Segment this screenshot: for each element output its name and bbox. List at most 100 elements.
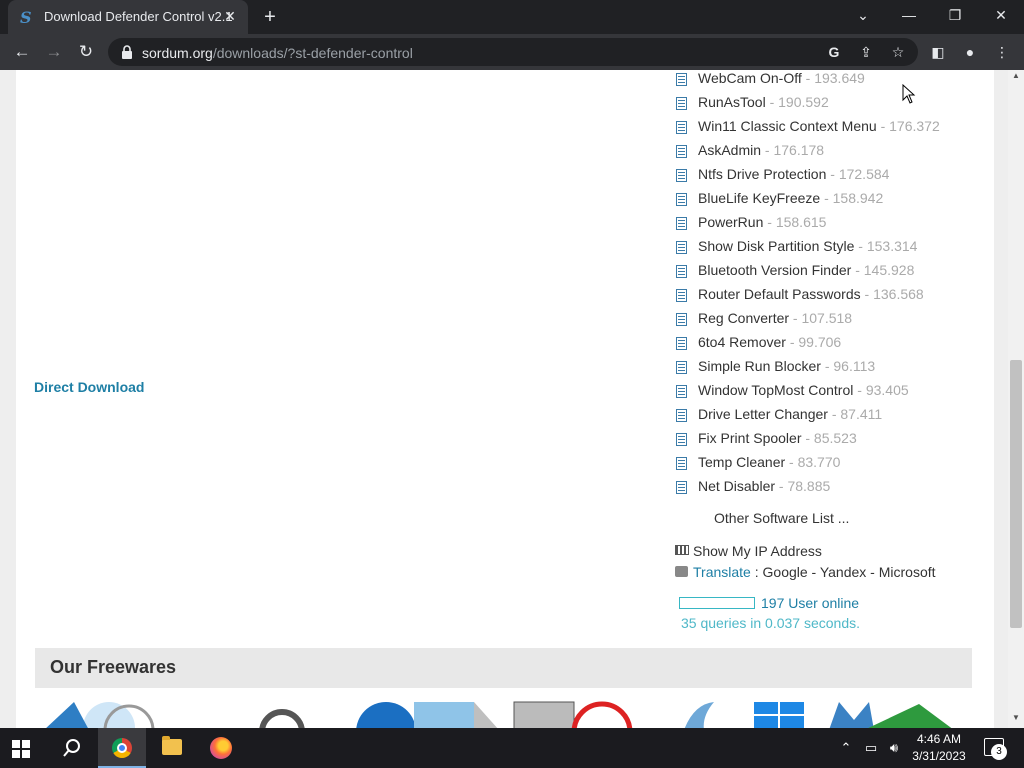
other-software-list-link[interactable]: Other Software List ...: [714, 510, 849, 526]
freeware-thumbnail-5[interactable]: [674, 700, 814, 728]
clock-time: 4:46 AM: [916, 732, 962, 746]
restore-button[interactable]: ❐: [932, 0, 978, 30]
show-ip-row[interactable]: Show My IP Address: [675, 543, 822, 559]
google-lens-icon[interactable]: G: [824, 42, 844, 62]
software-name: Window TopMost Control: [698, 382, 854, 398]
network-icon: [675, 545, 689, 555]
page-viewport: Direct Download WebCam On-Off - 193.649 …: [0, 70, 1024, 728]
notification-count-badge: 3: [991, 744, 1007, 760]
download-count: - 93.405: [853, 382, 909, 398]
software-name: Fix Print Spooler: [698, 430, 802, 446]
document-icon: [676, 217, 687, 230]
direct-download-link[interactable]: Direct Download: [34, 379, 144, 395]
browser-toolbar: ← → ↻ sordum.org/downloads/?st-defender-…: [0, 34, 1024, 70]
firefox-icon[interactable]: [210, 737, 232, 759]
download-count: - 176.372: [876, 118, 940, 134]
minimize-button[interactable]: —: [886, 0, 932, 30]
download-count: - 78.885: [775, 478, 831, 494]
translate-row: Translate : Google - Yandex - Microsoft: [675, 564, 936, 580]
document-icon: [676, 361, 687, 374]
forward-button[interactable]: →: [42, 40, 66, 64]
online-bar: [679, 597, 755, 609]
taskbar-chrome[interactable]: [98, 728, 146, 768]
download-count: - 176.178: [761, 142, 825, 158]
translate-options[interactable]: : Google - Yandex - Microsoft: [751, 564, 936, 580]
download-count: - 172.584: [826, 166, 890, 182]
document-icon: [676, 73, 687, 86]
software-name: Win11 Classic Context Menu: [698, 118, 877, 134]
document-icon: [676, 145, 687, 158]
download-count: - 96.113: [820, 358, 876, 374]
download-count: - 87.411: [827, 406, 883, 422]
back-button[interactable]: ←: [10, 40, 34, 64]
translate-link[interactable]: Translate: [693, 564, 751, 580]
new-tab-button[interactable]: +: [258, 5, 282, 29]
tray-chevron-up-icon[interactable]: ⌃: [838, 738, 854, 758]
section-title: Our Freewares: [50, 657, 177, 677]
close-window-button[interactable]: ✕: [978, 0, 1024, 30]
volume-icon[interactable]: 🔊︎: [884, 738, 904, 758]
tab-title: Download Defender Control v2.1: [44, 9, 233, 24]
url-path: /downloads/?st-defender-control: [212, 45, 413, 61]
reload-button[interactable]: ↻: [74, 40, 98, 64]
document-icon: [676, 241, 687, 254]
download-count: - 158.615: [763, 214, 827, 230]
mouse-cursor-icon: [902, 84, 916, 104]
users-online: 197 User online: [679, 595, 859, 611]
tab-search-chevron-icon[interactable]: ⌄: [840, 0, 886, 30]
software-name: 6to4 Remover: [698, 334, 786, 350]
document-icon: [676, 97, 687, 110]
document-icon: [676, 433, 687, 446]
download-count: - 190.592: [765, 94, 829, 110]
document-icon: [676, 313, 687, 326]
chrome-icon: [112, 738, 132, 758]
document-icon: [676, 289, 687, 302]
document-icon: [676, 121, 687, 134]
taskbar-clock[interactable]: 4:46 AM 3/31/2023: [904, 731, 974, 765]
page-content: Direct Download WebCam On-Off - 193.649 …: [16, 70, 994, 728]
bookmark-star-icon[interactable]: ☆: [888, 42, 908, 62]
freeware-thumbnail-2[interactable]: [234, 700, 324, 728]
side-panel-icon[interactable]: ◧: [928, 42, 948, 62]
freeware-thumbnail-4[interactable]: [512, 700, 652, 728]
address-bar[interactable]: sordum.org/downloads/?st-defender-contro…: [108, 38, 918, 66]
network-tray-icon[interactable]: ▭: [860, 738, 882, 758]
tab-close-icon[interactable]: ✕: [220, 6, 240, 26]
document-icon: [676, 265, 687, 278]
scroll-up-arrow-icon[interactable]: ▲: [1012, 72, 1020, 80]
software-name: WebCam On-Off: [698, 70, 802, 86]
windows-taskbar: ⌃ ▭ 🔊︎ 4:46 AM 3/31/2023 3: [0, 728, 1024, 768]
share-icon[interactable]: ⇪: [856, 42, 876, 62]
download-count: - 136.568: [860, 286, 924, 302]
software-name: Show Disk Partition Style: [698, 238, 855, 254]
page-scrollbar[interactable]: ▲ ▼: [1008, 70, 1024, 728]
freeware-thumbnail-3[interactable]: [354, 700, 504, 728]
software-name: Ntfs Drive Protection: [698, 166, 827, 182]
freeware-thumbnail-1[interactable]: [34, 700, 174, 728]
document-icon: [676, 337, 687, 350]
software-name: AskAdmin: [698, 142, 762, 158]
url-text: sordum.org/downloads/?st-defender-contro…: [142, 45, 413, 61]
software-name: RunAsTool: [698, 94, 766, 110]
document-icon: [676, 193, 687, 206]
software-name: Bluetooth Version Finder: [698, 262, 852, 278]
scrollbar-thumb[interactable]: [1010, 360, 1022, 628]
file-explorer-icon[interactable]: [162, 736, 182, 755]
sordum-favicon-icon: S: [20, 8, 32, 27]
download-count: - 193.649: [801, 70, 865, 86]
our-freewares-header: Our Freewares: [35, 648, 972, 688]
query-stats: 35 queries in 0.037 seconds.: [681, 615, 861, 631]
browser-tab[interactable]: S Download Defender Control v2.1 ✕: [8, 0, 248, 34]
search-icon[interactable]: [62, 738, 82, 758]
download-count: - 145.928: [851, 262, 915, 278]
scroll-down-arrow-icon[interactable]: ▼: [1012, 714, 1020, 722]
profile-icon[interactable]: ●: [960, 42, 980, 62]
software-name: Net Disabler: [698, 478, 776, 494]
freeware-thumbnail-6[interactable]: [824, 700, 974, 728]
clock-date: 3/31/2023: [912, 749, 966, 763]
download-count: - 85.523: [801, 430, 857, 446]
menu-kebab-icon[interactable]: ⋮: [992, 42, 1012, 62]
speech-bubble-icon: [675, 566, 688, 577]
show-ip-link[interactable]: Show My IP Address: [693, 543, 822, 559]
windows-start-icon[interactable]: [12, 740, 30, 758]
